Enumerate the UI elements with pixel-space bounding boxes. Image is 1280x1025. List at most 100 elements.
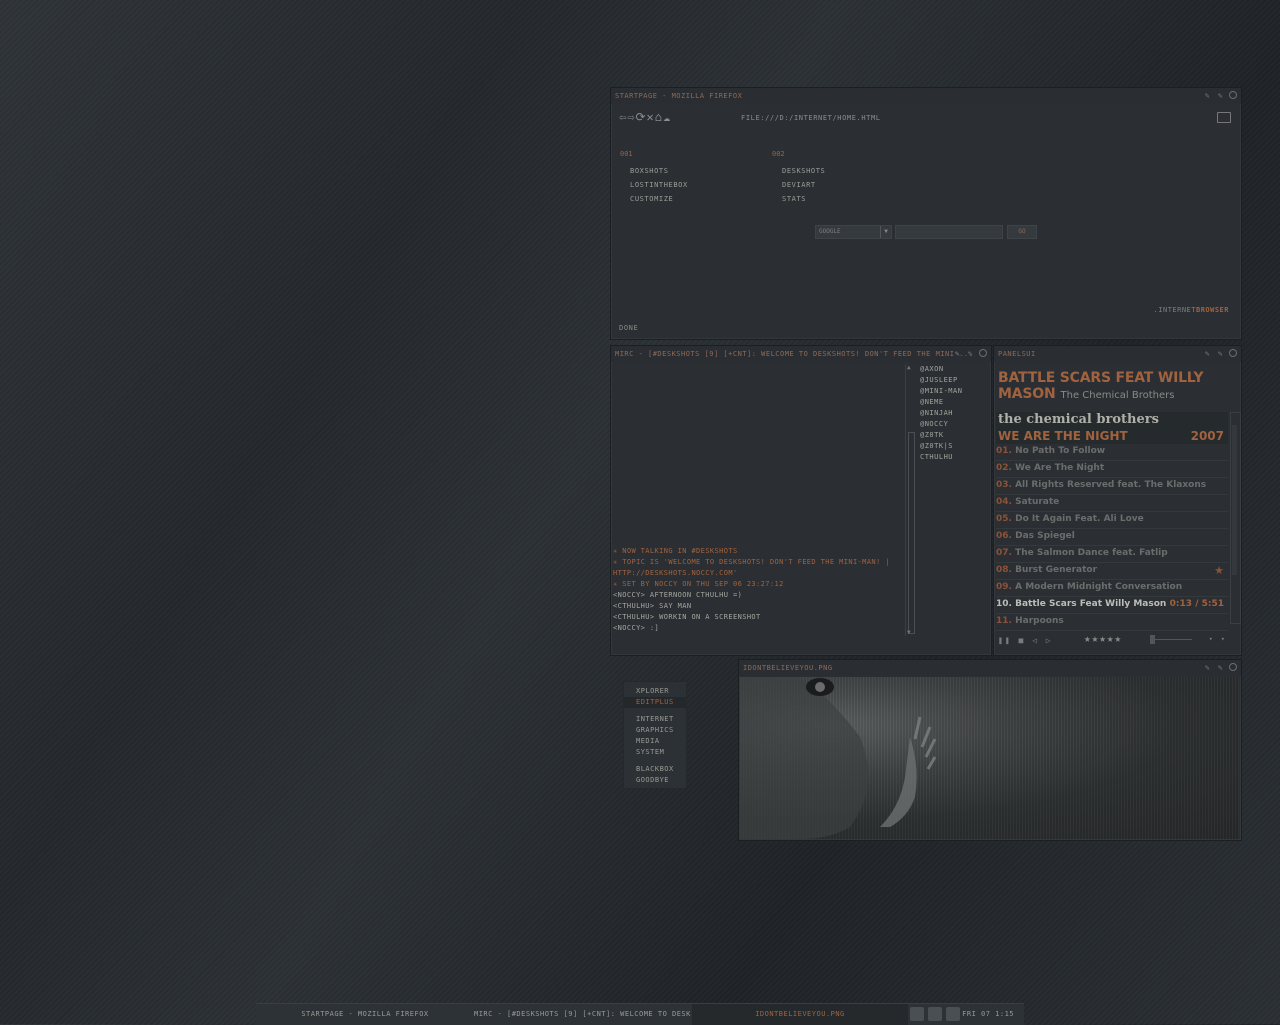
mirc-titlebar[interactable]: mirc - [#deskshots [9] [+cnt]: welcome t… bbox=[611, 346, 991, 362]
chevron-down-icon[interactable]: ▼ bbox=[880, 226, 891, 238]
track-row[interactable]: 08. Burst Generator ★ bbox=[996, 563, 1228, 580]
link-deviart[interactable]: deviart bbox=[782, 178, 825, 192]
link-stats[interactable]: stats bbox=[782, 192, 825, 206]
nick-item[interactable]: @z0tk bbox=[920, 430, 986, 441]
search-input[interactable] bbox=[895, 225, 1003, 239]
menu-item-xplorer[interactable]: xplorer bbox=[624, 686, 686, 697]
taskbar-item-mirc[interactable]: mirc - [#deskshots [9] [+cnt]: welcome t… bbox=[474, 1004, 692, 1025]
go-button[interactable]: go bbox=[1007, 225, 1037, 239]
nick-item[interactable]: @mini-man bbox=[920, 386, 986, 397]
nick-item[interactable]: @ninjah bbox=[920, 408, 986, 419]
playlist: 01. No Path To Follow 02. We Are The Nig… bbox=[996, 444, 1228, 631]
link-customize[interactable]: customize bbox=[630, 192, 688, 206]
home-icon[interactable]: ⌂ bbox=[655, 110, 663, 124]
minimize-icon[interactable]: ✎ bbox=[1203, 349, 1212, 358]
menu-item-blackbox[interactable]: blackbox bbox=[624, 764, 686, 775]
link-column-2: 002 deskshots deviart stats bbox=[772, 150, 825, 206]
scroll-up-icon[interactable]: ▲ bbox=[907, 364, 911, 371]
firefox-titlebar[interactable]: startpage - mozilla firefox ✎ ✎ bbox=[611, 88, 1241, 104]
minimize-icon[interactable]: ✎ bbox=[953, 349, 962, 358]
chat-line: <cthulhu> workin on a screenshot bbox=[613, 613, 761, 621]
menu-item-media[interactable]: media bbox=[624, 736, 686, 747]
mail-icon[interactable] bbox=[928, 1007, 942, 1021]
nick-item[interactable]: @noccy bbox=[920, 419, 986, 430]
nick-item[interactable]: @z0tk|s bbox=[920, 441, 986, 452]
close-icon[interactable] bbox=[1229, 349, 1237, 357]
maximize-icon[interactable]: ✎ bbox=[966, 349, 975, 358]
maximize-icon[interactable]: ✎ bbox=[1216, 349, 1225, 358]
nick-item[interactable]: @neme bbox=[920, 397, 986, 408]
menu-item-internet[interactable]: internet bbox=[624, 714, 686, 725]
track-row[interactable]: 11. Harpoons bbox=[996, 614, 1228, 631]
chat-line[interactable]: http://deskshots.noccy.com' bbox=[613, 568, 905, 579]
menu-item-editplus[interactable]: editplus bbox=[624, 697, 686, 708]
search-engine-select[interactable]: google ▼ bbox=[815, 225, 892, 239]
album-name: WE ARE THE NIGHT bbox=[998, 429, 1128, 443]
track-row[interactable]: 04. Saturate bbox=[996, 495, 1228, 512]
status-text: done bbox=[619, 324, 639, 332]
volume-knob[interactable] bbox=[1150, 635, 1155, 644]
album-header: the chemical brothers WE ARE THE NIGHT 2… bbox=[996, 412, 1228, 444]
chat-line: <noccy> afternoon cthulhu =) bbox=[613, 591, 743, 599]
stop-icon[interactable]: ✕ bbox=[647, 110, 655, 124]
track-number: 03. bbox=[996, 480, 1012, 490]
panelsui-titlebar[interactable]: panelsui ✎ ✎ bbox=[994, 346, 1241, 362]
track-row[interactable]: 09. A Modern Midnight Conversation bbox=[996, 580, 1228, 597]
scroll-thumb[interactable] bbox=[1232, 425, 1237, 575]
close-icon[interactable] bbox=[1229, 663, 1237, 671]
maximize-icon[interactable]: ✎ bbox=[1216, 663, 1225, 672]
playlist-scrollbar[interactable] bbox=[1230, 412, 1241, 624]
track-row[interactable]: 05. Do It Again Feat. Ali Love bbox=[996, 512, 1228, 529]
album-year: 2007 bbox=[1190, 429, 1224, 443]
chevron-down-icon[interactable]: ▾ bbox=[1221, 635, 1233, 643]
track-number: 02. bbox=[996, 463, 1012, 473]
minimize-icon[interactable]: ✎ bbox=[1203, 91, 1212, 100]
track-name: Harpoons bbox=[1015, 616, 1064, 626]
network-icon[interactable] bbox=[910, 1007, 924, 1021]
track-number: 07. bbox=[996, 548, 1012, 558]
menu-item-graphics[interactable]: graphics bbox=[624, 725, 686, 736]
viewer-titlebar[interactable]: idontbelieveyou.png ✎ ✎ bbox=[739, 660, 1241, 676]
track-row-current[interactable]: 10. Battle Scars Feat Willy Mason 0:13 / … bbox=[996, 597, 1228, 614]
nick-item[interactable]: @jusleep bbox=[920, 375, 986, 386]
close-icon[interactable] bbox=[1229, 91, 1237, 99]
maximize-icon[interactable]: ✎ bbox=[1216, 91, 1225, 100]
album-artist: the chemical brothers bbox=[998, 412, 1159, 427]
next-icon[interactable]: ▷ bbox=[1046, 636, 1053, 645]
menu-item-system[interactable]: system bbox=[624, 747, 686, 758]
chevron-down-icon[interactable]: ▾ bbox=[1209, 635, 1221, 643]
menu-item-goodbye[interactable]: goodbye bbox=[624, 775, 686, 786]
track-row[interactable]: 02. We Are The Night bbox=[996, 461, 1228, 478]
nick-item[interactable]: cthulhu bbox=[920, 452, 986, 463]
folder-icon[interactable] bbox=[1217, 112, 1231, 123]
track-row[interactable]: 07. The Salmon Dance feat. Fatlip bbox=[996, 546, 1228, 563]
taskbar-item-firefox[interactable]: startpage - mozilla firefox bbox=[256, 1004, 474, 1025]
rating-stars[interactable]: ★★★★★ bbox=[1084, 632, 1122, 645]
close-icon[interactable] bbox=[979, 349, 987, 357]
volume-slider[interactable] bbox=[1150, 635, 1192, 644]
bookmark-icon[interactable]: ☁ bbox=[663, 110, 671, 124]
chat-scrollbar[interactable]: ▲ ▼ bbox=[905, 364, 916, 636]
url-bar[interactable]: file:///d:/internet/home.html bbox=[741, 114, 881, 122]
link-boxshots[interactable]: boxshots bbox=[630, 164, 688, 178]
scroll-down-icon[interactable]: ▼ bbox=[907, 629, 911, 636]
star-icon[interactable]: ★ bbox=[1214, 563, 1224, 578]
playback-controls: ❚❚ ■ ◁ ▷ bbox=[998, 636, 1053, 645]
stop-icon[interactable]: ■ bbox=[1018, 636, 1025, 645]
reload-icon[interactable]: ⟳ bbox=[635, 110, 646, 124]
pause-icon[interactable]: ❚❚ bbox=[998, 636, 1012, 645]
clock[interactable]: fri 07 1:15 bbox=[962, 1004, 1014, 1025]
track-row[interactable]: 03. All Rights Reserved feat. The Klaxon… bbox=[996, 478, 1228, 495]
scroll-thumb[interactable] bbox=[908, 432, 915, 634]
minimize-icon[interactable]: ✎ bbox=[1203, 663, 1212, 672]
volume-icon[interactable] bbox=[946, 1007, 960, 1021]
track-row[interactable]: 01. No Path To Follow bbox=[996, 444, 1228, 461]
link-lostinthebox[interactable]: lostinthebox bbox=[630, 178, 688, 192]
back-icon[interactable]: ⇦ bbox=[619, 110, 627, 124]
link-deskshots[interactable]: deskshots bbox=[782, 164, 825, 178]
taskbar-item-viewer[interactable]: idontbelieveyou.png bbox=[692, 1004, 908, 1025]
previous-icon[interactable]: ◁ bbox=[1032, 636, 1039, 645]
track-row[interactable]: 06. Das Spiegel bbox=[996, 529, 1228, 546]
nick-list: @axon @jusleep @mini-man @neme @ninjah @… bbox=[920, 364, 986, 463]
nick-item[interactable]: @axon bbox=[920, 364, 986, 375]
